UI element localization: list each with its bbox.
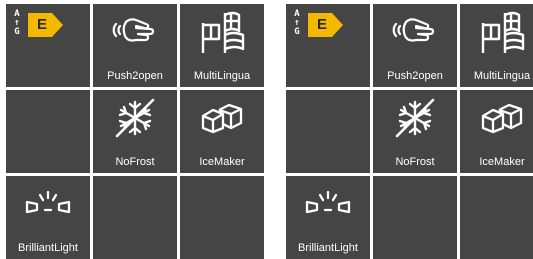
feature-label-icemaker: IceMaker [199,156,245,168]
energy-scale: A ↑ G [10,10,24,37]
feature-label-push2open: Push2open [387,70,443,82]
energy-scale: A ↑ G [290,10,304,37]
snowflake-crossed-icon [113,96,157,145]
empty-tile [460,176,533,259]
snowflake-crossed-icon [393,96,437,145]
flags-icon [195,9,249,64]
feature-tile-brilliantlight: BrilliantLight [286,176,370,259]
feature-tile-nofrost: NoFrost [93,90,177,173]
feature-label-nofrost: NoFrost [395,156,435,168]
energy-class-badge: E [308,13,344,42]
energy-scale-bottom: G [294,27,300,37]
feature-label-icemaker: IceMaker [479,156,525,168]
ice-cubes-icon [199,102,245,141]
feature-label-multilingua: MultiLingua [193,70,251,82]
light-icon [23,190,73,225]
empty-tile [373,176,457,259]
light-icon [303,190,353,225]
feature-grid: A ↑ G E Push2open MultiLingua NoFrost Ic… [286,4,533,259]
empty-tile [6,90,90,173]
energy-class-letter: E [36,16,47,33]
empty-tile [180,176,264,259]
feature-label-brilliantlight: BrilliantLight [298,242,358,254]
feature-tile-icemaker: IceMaker [180,90,264,173]
feature-tile-multilingua: MultiLingua [180,4,264,87]
ice-cubes-icon [479,102,525,141]
feature-panel-left: A ↑ G E Push2open MultiLingua NoFrost Ic… [6,4,269,259]
flags-icon [475,9,529,64]
feature-grid: A ↑ G E Push2open MultiLingua NoFrost Ic… [6,4,269,259]
feature-tile-icemaker: IceMaker [460,90,533,173]
feature-panel-right: A ↑ G E Push2open MultiLingua NoFrost Ic… [286,4,533,259]
energy-class-letter: E [316,16,327,33]
feature-tile-push2open: Push2open [373,4,457,87]
energy-class-badge: E [28,13,64,42]
push2open-icon [392,12,438,57]
energy-label-tile: A ↑ G E [6,4,90,87]
empty-tile [93,176,177,259]
feature-tile-nofrost: NoFrost [373,90,457,173]
feature-label-multilingua: MultiLingua [473,70,531,82]
feature-label-nofrost: NoFrost [115,156,155,168]
empty-tile [286,90,370,173]
feature-tile-brilliantlight: BrilliantLight [6,176,90,259]
energy-label-tile: A ↑ G E [286,4,370,87]
feature-label-brilliantlight: BrilliantLight [18,242,78,254]
feature-tile-multilingua: MultiLingua [460,4,533,87]
energy-scale-bottom: G [14,27,20,37]
feature-tile-push2open: Push2open [93,4,177,87]
feature-label-push2open: Push2open [107,70,163,82]
push2open-icon [112,12,158,57]
